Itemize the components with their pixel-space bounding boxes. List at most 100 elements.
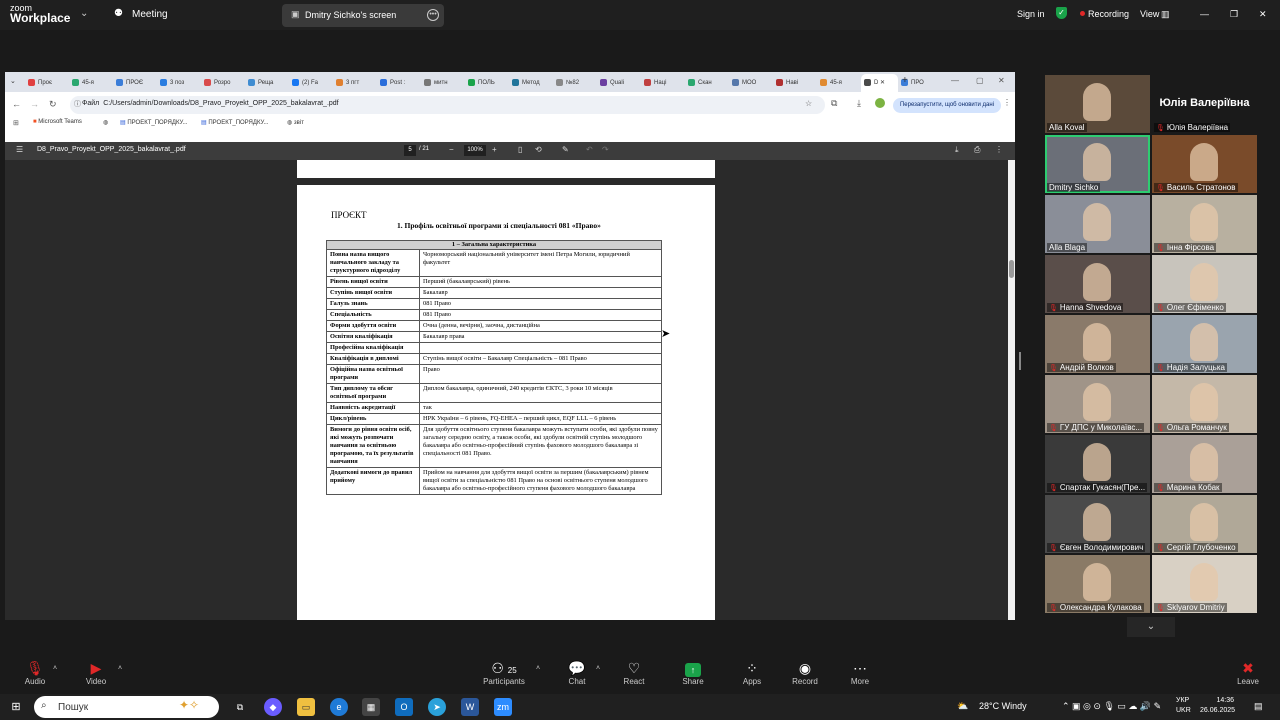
- browser-tab[interactable]: Quali: [597, 76, 641, 90]
- browser-tab[interactable]: митн: [421, 76, 465, 90]
- extensions-icon[interactable]: ⧉: [831, 98, 837, 109]
- back-icon[interactable]: ←: [12, 99, 21, 109]
- recording-indicator[interactable]: Recording: [1088, 9, 1129, 19]
- participant-tile[interactable]: 🎙 Sklyarov Dmitriy: [1152, 555, 1257, 613]
- hamburger-menu-icon[interactable]: ☰: [16, 145, 23, 154]
- browser-tab[interactable]: Метод: [509, 76, 553, 90]
- apps-button[interactable]: ⁘ Apps: [727, 659, 777, 686]
- audio-options-chevron-icon[interactable]: ˄: [53, 665, 57, 672]
- page-number-input[interactable]: 5: [404, 145, 416, 156]
- window-minimize-icon[interactable]: —: [951, 76, 959, 85]
- bookmark-star-icon[interactable]: ☆: [805, 99, 812, 108]
- copilot-icon[interactable]: ◆: [264, 698, 282, 716]
- profile-avatar[interactable]: [875, 98, 885, 108]
- browser-tab[interactable]: Наці: [641, 76, 685, 90]
- apps-grid-icon[interactable]: ⊞: [13, 119, 19, 127]
- bookmark-teams[interactable]: ■ Microsoft Teams: [33, 119, 82, 125]
- browser-tab[interactable]: 45-я: [817, 76, 861, 90]
- undo-icon[interactable]: ↶: [586, 145, 593, 154]
- browser-tab[interactable]: D ✕: [861, 74, 898, 92]
- participant-tile[interactable]: 🎙 Андрій Волков: [1045, 315, 1150, 373]
- more-button[interactable]: ⋯ More: [835, 659, 885, 686]
- browser-tab[interactable]: №82: [553, 76, 597, 90]
- taskbar-clock[interactable]: 14:36 26.06.2025: [1200, 696, 1235, 716]
- participant-tile[interactable]: 🎙 Надія Залуцька: [1152, 315, 1257, 373]
- browser-tab[interactable]: 45-я: [69, 76, 113, 90]
- panel-resize-handle[interactable]: [1019, 352, 1021, 370]
- language-indicator[interactable]: УКР UKR: [1176, 696, 1191, 716]
- browser-tab[interactable]: ПРОЄ: [113, 76, 157, 90]
- telegram-icon[interactable]: ➤: [428, 698, 446, 716]
- zoom-in-icon[interactable]: +: [492, 145, 497, 154]
- outlook-icon[interactable]: O: [395, 698, 413, 716]
- zoom-out-icon[interactable]: −: [449, 145, 454, 154]
- participant-tile[interactable]: Alla Koval: [1045, 75, 1150, 133]
- pdf-viewer[interactable]: ПРОЄКТ 1. Профіль освітньої програми зі …: [5, 160, 1008, 620]
- participants-options-chevron-icon[interactable]: ˄: [536, 665, 540, 672]
- audio-button[interactable]: 🎙 Audio: [10, 659, 60, 686]
- pdf-download-icon[interactable]: ⤓: [955, 145, 959, 155]
- word-icon[interactable]: W: [461, 698, 479, 716]
- annotate-icon[interactable]: ✎: [562, 145, 569, 154]
- more-options-icon[interactable]: •••: [427, 9, 439, 21]
- window-maximize-icon[interactable]: ▢: [976, 76, 984, 85]
- update-button[interactable]: Перезапустити, щоб оновити дані: [893, 98, 1001, 113]
- participant-tile[interactable]: 🎙 Олег Єфіменко: [1152, 255, 1257, 313]
- browser-tab[interactable]: 3 поз: [157, 76, 201, 90]
- shield-icon[interactable]: ✓: [1056, 7, 1067, 19]
- minimize-icon[interactable]: —: [1200, 9, 1209, 19]
- participant-tile[interactable]: 🎙 Сергій Глубоченко: [1152, 495, 1257, 553]
- participants-button[interactable]: ⚇ 25 Participants: [479, 659, 529, 686]
- react-button[interactable]: ♡ React: [609, 659, 659, 686]
- browser-tab[interactable]: Проє: [25, 76, 69, 90]
- chat-button[interactable]: 💬 Chat: [552, 659, 602, 686]
- record-button[interactable]: ◉ Record: [780, 659, 830, 686]
- video-button[interactable]: ▶ Video: [71, 659, 121, 686]
- print-icon[interactable]: ⎙: [974, 145, 980, 155]
- participant-tile[interactable]: 🎙 ГУ ДПС у Миколаївс...: [1045, 375, 1150, 433]
- tab-search-icon[interactable]: ⌄: [10, 77, 20, 87]
- reload-icon[interactable]: ↻: [49, 99, 57, 110]
- participant-tile[interactable]: Юлія Валеріївна 🎙 Юлія Валеріївна: [1152, 75, 1257, 133]
- browser-tab[interactable]: 3 пгт: [333, 76, 377, 90]
- video-options-chevron-icon[interactable]: ˄: [118, 665, 122, 672]
- download-icon[interactable]: ⤓: [857, 98, 861, 109]
- browser-tab[interactable]: Реща: [245, 76, 289, 90]
- browser-tab[interactable]: Розро: [201, 76, 245, 90]
- address-bar[interactable]: ⓘ Файл C:/Users/admin/Downloads/D8_Pravo_…: [70, 96, 825, 114]
- new-tab-button[interactable]: +: [902, 75, 908, 86]
- redo-icon[interactable]: ↷: [602, 145, 609, 154]
- browser-tab[interactable]: Наві: [773, 76, 817, 90]
- chrome-menu-icon[interactable]: ⋮: [1003, 98, 1011, 107]
- zoom-level-input[interactable]: 100%: [464, 145, 486, 156]
- windows-start-icon[interactable]: ⊞: [7, 698, 25, 716]
- participant-tile[interactable]: 🎙 Марина Кобак: [1152, 435, 1257, 493]
- taskbar-search[interactable]: ⌕ Пошук ✦✧: [34, 696, 219, 718]
- participant-tile[interactable]: 🎙 Спартак Гукасян(Пре...: [1045, 435, 1150, 493]
- sign-in-link[interactable]: Sign in: [1017, 9, 1045, 19]
- view-button[interactable]: View: [1140, 9, 1159, 19]
- zoom-app-icon[interactable]: zm: [494, 698, 512, 716]
- notifications-icon[interactable]: ▤: [1254, 701, 1263, 712]
- close-icon[interactable]: ✕: [1259, 9, 1267, 20]
- store-icon[interactable]: ▦: [362, 698, 380, 716]
- share-button[interactable]: ↑ Share: [668, 659, 718, 686]
- meeting-tab[interactable]: Meeting: [132, 9, 168, 20]
- participant-tile[interactable]: Alla Blaga: [1045, 195, 1150, 253]
- browser-tab[interactable]: (2) Fa: [289, 76, 333, 90]
- participant-tile[interactable]: 🎙 Олександра Кулакова: [1045, 555, 1150, 613]
- pdf-more-icon[interactable]: ⋮: [995, 145, 1003, 154]
- browser-tab[interactable]: ПОЛЬ: [465, 76, 509, 90]
- gallery-scroll-down-icon[interactable]: ⌄: [1127, 617, 1175, 637]
- bookmark-proekt-1[interactable]: ▤ ПРОЕКТ_ПОРЯДКУ...: [120, 119, 188, 126]
- scrollbar-thumb[interactable]: [1009, 260, 1014, 278]
- participant-tile[interactable]: Dmitry Sichko: [1045, 135, 1150, 193]
- bookmark-zvit[interactable]: ◍ звіт: [287, 119, 304, 126]
- bookmark-globe-icon[interactable]: ◍: [103, 119, 108, 126]
- participant-tile[interactable]: 🎙 Hanna Shvedova: [1045, 255, 1150, 313]
- forward-icon[interactable]: →: [30, 99, 39, 109]
- window-close-icon[interactable]: ✕: [998, 76, 1005, 85]
- participant-tile[interactable]: 🎙 Інна Фірсова: [1152, 195, 1257, 253]
- pdf-scrollbar[interactable]: [1008, 160, 1015, 620]
- participant-tile[interactable]: 🎙 Ольга Романчук: [1152, 375, 1257, 433]
